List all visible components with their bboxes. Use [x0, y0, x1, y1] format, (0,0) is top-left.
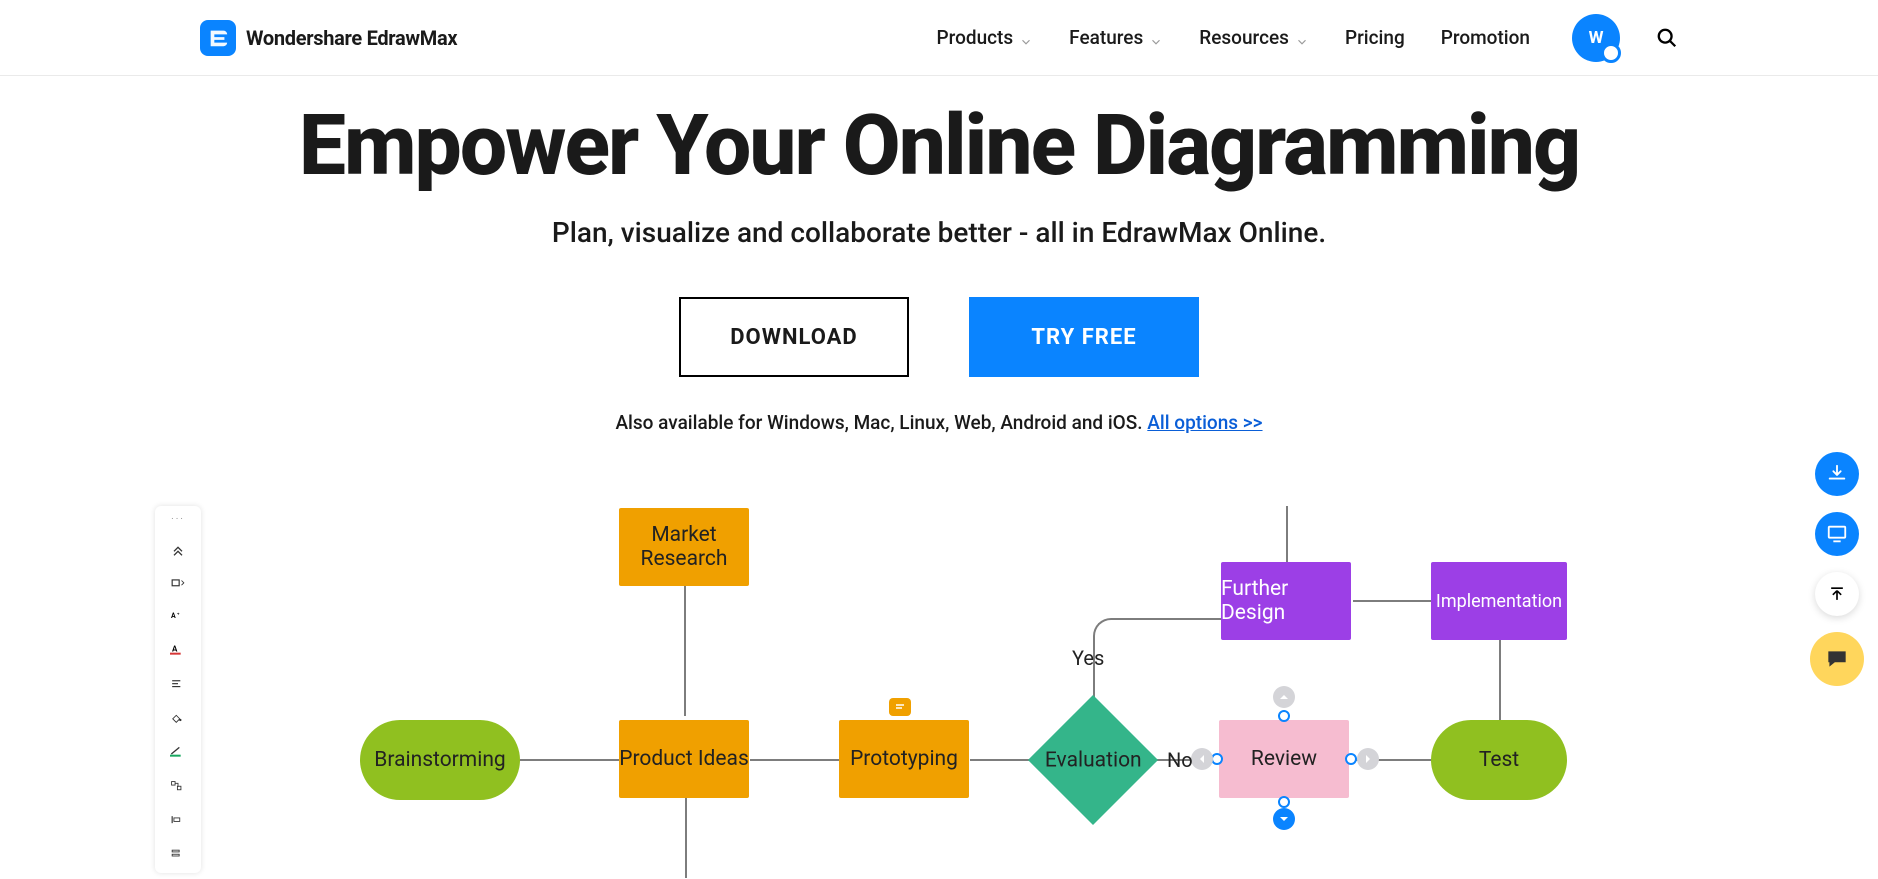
nav-products-label: Products: [936, 26, 1013, 49]
monitor-icon: [1826, 523, 1848, 545]
download-icon: [1826, 463, 1848, 485]
search-icon: [1656, 27, 1678, 49]
direction-left-icon[interactable]: [1191, 748, 1213, 770]
toolbar-grip-icon: ···: [171, 514, 185, 525]
availability-prefix: Also available for Windows, Mac, Linux, …: [615, 411, 1147, 434]
chevron-down-icon: [1019, 31, 1033, 45]
nav-features[interactable]: Features: [1069, 26, 1163, 49]
edge: [1499, 640, 1501, 720]
brand-name: Wondershare EdrawMax: [246, 26, 457, 50]
back-to-top-button[interactable]: [1815, 572, 1859, 616]
main-nav: Products Features Resources Pricing Prom…: [936, 14, 1678, 62]
collapse-icon[interactable]: [167, 541, 189, 559]
direction-down-icon[interactable]: [1273, 808, 1295, 830]
nav-features-label: Features: [1069, 26, 1143, 49]
comment-icon[interactable]: [889, 698, 911, 716]
direction-right-icon[interactable]: [1357, 748, 1379, 770]
brand-logo[interactable]: Wondershare EdrawMax: [200, 20, 457, 56]
floating-action-stack: [1810, 452, 1864, 686]
nav-pricing[interactable]: Pricing: [1345, 26, 1405, 49]
shape-tool-icon[interactable]: [167, 575, 189, 593]
try-free-label: TRY FREE: [1031, 325, 1136, 350]
selection-handle[interactable]: [1278, 710, 1290, 722]
nav-resources-label: Resources: [1199, 26, 1289, 49]
node-prototyping[interactable]: Prototyping: [839, 720, 969, 798]
edge: [520, 759, 620, 761]
try-free-button[interactable]: TRY FREE: [969, 297, 1199, 377]
cta-row: DOWNLOAD TRY FREE: [0, 297, 1878, 377]
node-review[interactable]: Review: [1219, 720, 1349, 798]
svg-text:A: A: [172, 644, 178, 653]
desktop-fab[interactable]: [1815, 512, 1859, 556]
node-product-ideas[interactable]: Product Ideas: [619, 720, 749, 798]
chat-fab[interactable]: [1810, 632, 1864, 686]
edge: [750, 759, 840, 761]
chat-icon: [1824, 646, 1850, 672]
search-button[interactable]: [1656, 27, 1678, 49]
diagram-preview: ··· A+ A Brainstorming Market Research P…: [155, 506, 1685, 866]
all-options-link[interactable]: All options >>: [1147, 411, 1262, 434]
line-style-tool-icon[interactable]: [167, 745, 189, 763]
edge: [685, 798, 687, 878]
distribute-tool-icon[interactable]: [167, 813, 189, 831]
edge: [1286, 506, 1288, 564]
more-tool-icon[interactable]: [167, 847, 189, 865]
selection-handle[interactable]: [1345, 753, 1357, 765]
node-test[interactable]: Test: [1431, 720, 1567, 800]
nav-promotion-label: Promotion: [1441, 26, 1530, 49]
avatar-initial: W: [1589, 28, 1604, 48]
arrow-top-icon: [1827, 584, 1847, 604]
direction-up-icon[interactable]: [1273, 686, 1295, 708]
download-fab[interactable]: [1815, 452, 1859, 496]
align-tool-icon[interactable]: [167, 677, 189, 695]
user-avatar[interactable]: W: [1572, 14, 1620, 62]
hero-section: Empower Your Online Diagramming Plan, vi…: [0, 76, 1878, 434]
node-further-design[interactable]: Further Design: [1221, 562, 1351, 640]
node-implementation[interactable]: Implementation: [1431, 562, 1567, 640]
nav-pricing-label: Pricing: [1345, 26, 1405, 49]
download-label: DOWNLOAD: [730, 325, 857, 350]
node-evaluation[interactable]: Evaluation: [1047, 714, 1139, 806]
site-header: Wondershare EdrawMax Products Features R…: [0, 0, 1878, 76]
diagram-toolbar: ··· A+ A: [155, 506, 201, 873]
label-yes: Yes: [1072, 646, 1104, 670]
hero-title: Empower Your Online Diagramming: [0, 104, 1878, 188]
nav-promotion[interactable]: Promotion: [1441, 26, 1530, 49]
edge-corner: [1093, 618, 1113, 638]
diagram-canvas: Brainstorming Market Research Product Id…: [235, 506, 1685, 866]
connector-tool-icon[interactable]: [167, 779, 189, 797]
availability-text: Also available for Windows, Mac, Linux, …: [0, 411, 1878, 434]
edge: [1353, 600, 1433, 602]
node-brainstorming[interactable]: Brainstorming: [360, 720, 520, 800]
download-button[interactable]: DOWNLOAD: [679, 297, 909, 377]
svg-text:A: A: [171, 612, 176, 620]
label-no: No: [1167, 748, 1193, 772]
svg-text:+: +: [177, 613, 180, 618]
selection-handle[interactable]: [1278, 796, 1290, 808]
fill-tool-icon[interactable]: [167, 711, 189, 729]
chevron-down-icon: [1295, 31, 1309, 45]
hero-subtitle: Plan, visualize and collaborate better -…: [0, 216, 1878, 249]
edge: [684, 586, 686, 716]
nav-products[interactable]: Products: [936, 26, 1033, 49]
font-size-tool-icon[interactable]: A+: [167, 609, 189, 627]
chevron-down-icon: [1149, 31, 1163, 45]
node-market-research[interactable]: Market Research: [619, 508, 749, 586]
edraw-logo-icon: [200, 20, 236, 56]
edge: [1111, 618, 1221, 620]
font-color-tool-icon[interactable]: A: [167, 643, 189, 661]
nav-resources[interactable]: Resources: [1199, 26, 1309, 49]
